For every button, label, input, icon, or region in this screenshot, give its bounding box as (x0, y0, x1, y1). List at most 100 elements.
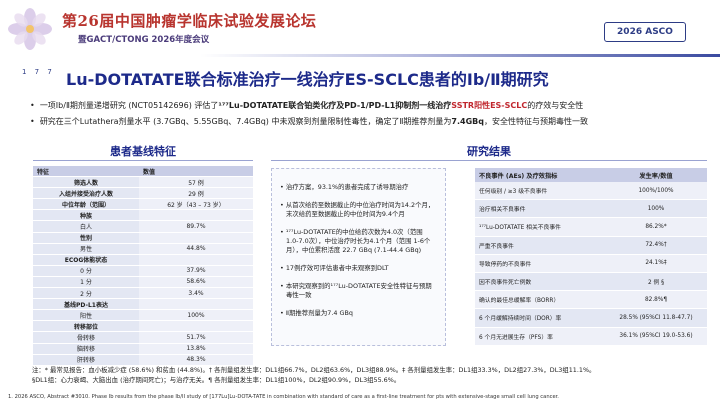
baseline-heading: 患者基线特征 (110, 145, 176, 158)
table-cell-value: 100% (139, 310, 253, 321)
table-header-cell: 数值 (139, 166, 253, 177)
table-cell-label: ¹⁷⁷Lu-DOTATATE 相关不良事件 (479, 225, 561, 232)
table-cell-value: 72.4%† (645, 242, 667, 249)
bullet-item: • 研究在三个Lutathera剂量水平 (3.7GBq、5.55GBq、7.4… (30, 117, 588, 126)
table-cell-label: 筛选人数 (33, 177, 139, 188)
table-cell-value: 82.8%¶ (644, 296, 668, 303)
list-item: • ¹⁷⁷Lu-DOTATATE的中位给药次数为4.0次（范围 1.0-7.0次… (280, 228, 431, 254)
table-cell-value: 62 岁（43 – 73 岁） (139, 199, 253, 210)
table-row: 阳性 100% (33, 310, 253, 322)
table-row: 白人 89.7% (33, 221, 253, 233)
conference-title: 第26届中国肿瘤学临床试验发展论坛 (62, 12, 317, 30)
table-cell-value (139, 299, 253, 310)
table-row: 脑转移 13.8% (33, 343, 253, 355)
table-header-row: 特征 数值 (33, 166, 253, 178)
table-row: 入组并接受治疗人数 29 例 (33, 188, 253, 200)
table-row: 基线PD-L1表达 (33, 299, 253, 311)
list-item-text: 从首次给药至数据截止的中位治疗时间为14.2个月，末次给药至数据截止的中位时间为… (285, 201, 435, 218)
list-item-text: Ⅱ期推荐剂量为7.4 GBq (285, 309, 353, 317)
results-heading: 研究结果 (467, 145, 511, 158)
table-row: ¹⁷⁷Lu-DOTATATE 相关不良事件 86.2%* (475, 218, 707, 237)
table-cell-label: ECOG体能状态 (33, 254, 139, 265)
table-row: 严重不良事件 72.4%† (475, 236, 707, 255)
table-cell-value: 51.7% (139, 332, 253, 343)
table-cell-label: 脑转移 (33, 343, 139, 354)
list-item-text: 17例疗效可评估患者中未观察到DLT (285, 264, 389, 272)
table-row: 0 分 37.9% (33, 265, 253, 277)
table-cell-value: 58.6% (139, 276, 253, 288)
summary-bullets: • 一项Ⅰb/Ⅱ期剂量递增研究 (NCT05142696) 评估了¹⁷⁷Lu-D… (30, 98, 700, 130)
list-item: • 从首次给药至数据截止的中位治疗时间为14.2个月，末次给药至数据截止的中位时… (280, 201, 435, 218)
baseline-heading-rule (33, 160, 253, 161)
table-cell-label: 0 分 (33, 265, 139, 276)
table-cell-value: 44.8% (139, 243, 253, 254)
table-row: 6 个月缓解持续时间（DOR）率 28.5% (95%CI 11.8-47.7) (475, 309, 707, 328)
table-cell-value (139, 210, 253, 221)
table-cell-label: 6 个月无进展生存（PFS）率 (479, 334, 553, 341)
bullet-text: 的疗效与安全性 (527, 101, 584, 110)
table-cell-value: 100% (647, 205, 665, 212)
table-cell-label: 阳性 (33, 310, 139, 321)
footnote-line: §DL1组：心力衰竭、大脑出血 (治疗期间死亡)；与治疗无关。¶ 各剂量组发生率… (32, 376, 401, 384)
table-cell-value: 3.4% (139, 288, 253, 299)
table-row: 任何级别 / ≥3 级不良事件 100%/100% (475, 182, 707, 201)
table-row: 因不良事件死亡例数 2 例 § (475, 272, 707, 292)
table-cell-value: 86.2%* (645, 223, 667, 230)
table-cell-value: 13.8% (139, 343, 253, 354)
bullet-bold: ¹⁷⁷Lu-DOTATATE联合铂类化疗及PD-1/PD-L1抑制剂一线治疗 (218, 101, 452, 110)
slide-title: Lu-DOTATATE联合标准治疗一线治疗ES-SCLC患者的Ⅰb/Ⅱ期研究 (66, 70, 549, 89)
footnote-line: 注：* 最常见报告：血小板减少症 (58.6%) 和贫血 (44.8%)。† 各… (32, 366, 596, 374)
results-summary-box: • 治疗方案，93.1%的患者完成了诱导期治疗 • 从首次给药至数据截止的中位治… (271, 168, 446, 346)
table-cell-label: 入组并接受治疗人数 (33, 188, 139, 199)
list-item: • 治疗方案，93.1%的患者完成了诱导期治疗 (280, 183, 409, 191)
table-row: 骨转移 51.7% (33, 332, 253, 344)
table-row: 导致停药的不良事件 24.1%‡ (475, 254, 707, 273)
table-cell-label: 基线PD-L1表达 (33, 299, 139, 310)
table-cell-value: 36.1% (95%CI 19.0-53.6) (619, 333, 693, 340)
footnotes: 注：* 最常见报告：血小板减少症 (58.6%) 和贫血 (44.8%)。† 各… (32, 365, 702, 385)
table-cell-value: 24.1%‡ (645, 260, 667, 267)
table-cell-value: 37.9% (139, 265, 253, 276)
table-row: 筛选人数 57 例 (33, 177, 253, 189)
table-header-cell: 特征 (33, 166, 139, 177)
table-cell-label: 肝转移 (33, 354, 139, 365)
table-header-cell: 发生率/数值 (639, 172, 673, 180)
table-cell-label: 严重不良事件 (479, 243, 514, 250)
list-item-text: 治疗方案，93.1%的患者完成了诱导期治疗 (285, 183, 409, 191)
table-cell-value: 100%/100% (638, 187, 674, 194)
table-row: 确认的最佳总缓解率（BORR） 82.8%¶ (475, 291, 707, 310)
list-item: • Ⅱ期推荐剂量为7.4 GBq (280, 309, 353, 317)
table-cell-label: 中位年龄（范围） (33, 199, 139, 210)
table-row: 2 分 3.4% (33, 288, 253, 300)
table-cell-label: 6 个月缓解持续时间（DOR）率 (479, 316, 562, 323)
table-cell-label: 任何级别 / ≥3 级不良事件 (479, 189, 548, 196)
bullet-item: • 一项Ⅰb/Ⅱ期剂量递增研究 (NCT05142696) 评估了¹⁷⁷Lu-D… (30, 101, 584, 110)
table-cell-value: 89.7% (139, 221, 253, 232)
table-row: 中位年龄（范围） 62 岁（43 – 73 岁） (33, 199, 253, 211)
bullet-highlight: SSTR阳性ES-SCLC (451, 101, 528, 110)
table-cell-value (139, 254, 253, 265)
table-row: 1 分 58.6% (33, 276, 253, 289)
table-cell-value (139, 232, 253, 243)
table-row: 性别 (33, 232, 253, 244)
conference-banner: 第26届中国肿瘤学临床试验发展论坛 暨GACT/CTONG 2026年度会议 2… (0, 0, 720, 57)
table-header-cell: 不良事件 (AEs) 及疗效指标 (479, 172, 558, 180)
table-cell-label: 1 分 (33, 276, 139, 288)
conference-subtitle: 暨GACT/CTONG 2026年度会议 (78, 35, 210, 45)
table-row: 转移部位 (33, 321, 253, 333)
baseline-table: 特征 数值 筛选人数 57 例 入组并接受治疗人数 29 例 中位年龄（范围） 62 … (33, 166, 253, 366)
table-cell-label: 白人 (33, 221, 139, 232)
bullet-bold: 7.4GBq (451, 117, 484, 126)
table-cell-label: 骨转移 (33, 332, 139, 343)
table-cell-label: 转移部位 (33, 321, 139, 332)
table-cell-label: 因不良事件死亡例数 (479, 280, 532, 287)
reference-citation: 1. 2026 ASCO, Abstract #3010. Phase Ib r… (8, 394, 559, 400)
bullet-text: 一项Ⅰb/Ⅱ期剂量递增研究 (NCT05142696) 评估了 (39, 101, 219, 110)
table-row: ECOG体能状态 (33, 254, 253, 266)
table-cell-label: 确认的最佳总缓解率（BORR） (479, 298, 560, 305)
header-divider (200, 54, 720, 57)
table-row: 种族 (33, 210, 253, 222)
table-cell-value (139, 321, 253, 332)
table-row: 6 个月无进展生存（PFS）率 36.1% (95%CI 19.0-53.6) (475, 327, 707, 346)
table-cell-label: 导致停药的不良事件 (479, 261, 532, 268)
